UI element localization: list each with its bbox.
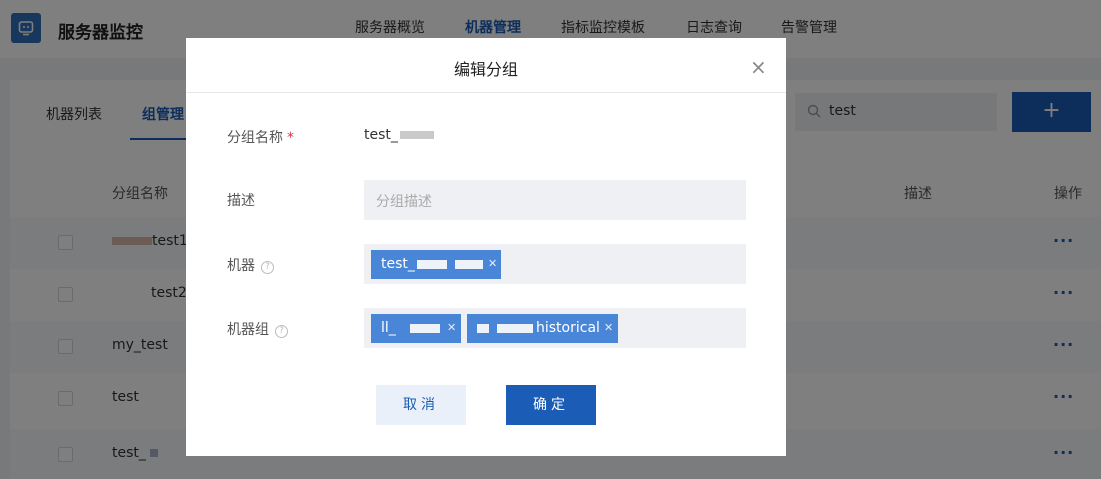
machine-groups-select[interactable]: ll_ ✕ historical ✕ [364, 308, 746, 348]
group-name-label: 分组名称 * [227, 127, 294, 147]
required-mark: * [287, 130, 294, 146]
machine-groups-label: 机器组? [227, 319, 288, 339]
help-icon[interactable]: ? [261, 261, 274, 274]
help-icon[interactable]: ? [275, 325, 288, 338]
description-input[interactable]: 分组描述 [364, 180, 746, 220]
machine-tag-text: test_ [381, 256, 415, 272]
machine-groups-label-text: 机器组 [227, 322, 269, 338]
dialog-title: 编辑分组 [453, 60, 518, 79]
remove-tag-icon[interactable]: ✕ [447, 314, 456, 342]
redacted-tag-text [454, 259, 483, 269]
machine-group-tag-text: ll_ [381, 320, 396, 336]
machines-label-text: 机器 [227, 258, 255, 274]
machine-tag: test_ ✕ [371, 250, 501, 279]
machine-group-tag: historical ✕ [467, 314, 618, 343]
machine-group-tag-text: historical [536, 320, 600, 336]
remove-tag-icon[interactable]: ✕ [488, 250, 497, 278]
dialog-divider [186, 92, 786, 93]
redacted-tag-text [497, 323, 533, 333]
machine-group-tag: ll_ ✕ [371, 314, 461, 343]
edit-group-dialog: 编辑分组 × 分组名称 * test_ 描述 分组描述 机器? test_ ✕ 机… [186, 38, 786, 456]
confirm-button[interactable]: 确定 [506, 385, 596, 425]
description-placeholder: 分组描述 [376, 194, 432, 210]
redacted-tag-text [416, 259, 447, 269]
group-name-text: test_ [364, 127, 398, 143]
machines-label: 机器? [227, 255, 274, 275]
cancel-button[interactable]: 取消 [376, 385, 466, 425]
remove-tag-icon[interactable]: ✕ [604, 314, 613, 342]
group-name-label-text: 分组名称 [227, 130, 283, 146]
redacted-name [399, 131, 434, 139]
redacted-tag-text [409, 323, 440, 333]
close-icon[interactable]: × [750, 57, 767, 77]
redacted-tag-text [477, 323, 489, 333]
description-label: 描述 [227, 193, 255, 209]
machines-select[interactable]: test_ ✕ [364, 244, 746, 284]
group-name-value: test_ [364, 127, 434, 143]
